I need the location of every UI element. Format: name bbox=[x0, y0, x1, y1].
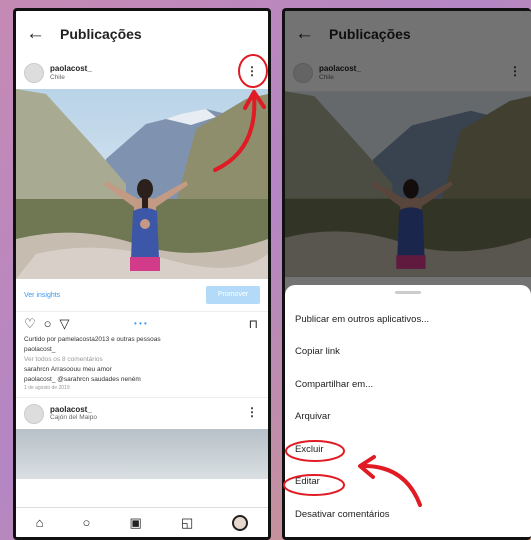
profile-avatar-icon[interactable] bbox=[232, 514, 249, 531]
more-options-icon[interactable]: ⋮ bbox=[246, 64, 258, 78]
menu-item-publish-other-apps[interactable]: Publicar em outros aplicativos... bbox=[285, 303, 531, 336]
carousel-dots: • • • bbox=[134, 319, 147, 328]
avatar[interactable] bbox=[24, 403, 44, 424]
post-header-2: paolacost_ Cajón del Maipo ⋮ bbox=[16, 397, 268, 429]
caption-user[interactable]: paolacost_ bbox=[24, 345, 260, 355]
left-phone-screen: ← Publicações paolacost_ Chile ⋮ Ver ins… bbox=[13, 8, 271, 540]
shop-icon[interactable]: ◱ bbox=[181, 515, 193, 531]
options-bottom-sheet: Publicar em outros aplicativos... Copiar… bbox=[285, 285, 531, 537]
comment: paolacost_ @sarahrcn saudades neném bbox=[24, 376, 141, 384]
post-location[interactable]: Chile bbox=[50, 74, 92, 81]
home-icon[interactable]: ⌂ bbox=[36, 515, 44, 530]
view-insights-link[interactable]: Ver insights bbox=[24, 292, 60, 299]
comment: sarahrcn Arrasoouu meu amor bbox=[24, 366, 112, 374]
bottom-nav: ⌂ ○ ▣ ◱ bbox=[16, 507, 268, 537]
menu-item-share[interactable]: Compartilhar em... bbox=[285, 368, 531, 401]
post-meta: Curtido por pamelacosta2013 e outras pes… bbox=[16, 335, 268, 393]
menu-item-copy-link[interactable]: Copiar link bbox=[285, 336, 531, 369]
share-icon[interactable]: ▽ bbox=[60, 316, 70, 332]
post-photo[interactable] bbox=[16, 89, 268, 279]
avatar[interactable] bbox=[24, 63, 44, 83]
post-date: 1 de agosto de 2019 bbox=[24, 385, 70, 392]
view-comments-link[interactable]: Ver todos os 8 comentários bbox=[24, 355, 260, 365]
heart-icon[interactable]: ♡ bbox=[24, 316, 36, 332]
right-phone-screen: ← Publicações paolacost_ Chile ⋮ Publica… bbox=[282, 8, 531, 540]
menu-item-archive[interactable]: Arquivar bbox=[285, 401, 531, 434]
menu-item-edit[interactable]: Editar bbox=[285, 466, 531, 499]
search-icon[interactable]: ○ bbox=[83, 515, 91, 530]
bookmark-icon[interactable]: ⊓ bbox=[249, 317, 258, 331]
post-photo-2[interactable] bbox=[16, 429, 268, 480]
post-username[interactable]: paolacost_ bbox=[50, 405, 97, 415]
page-title: Publicações bbox=[60, 26, 142, 42]
insights-bar: Ver insights Promover bbox=[16, 279, 268, 311]
mountain-photo bbox=[16, 89, 268, 279]
sheet-handle[interactable] bbox=[395, 291, 421, 294]
post-actions: ♡ ○ ▽ • • • ⊓ bbox=[16, 311, 268, 335]
post-username[interactable]: paolacost_ bbox=[50, 64, 92, 74]
post-header: paolacost_ Chile ⋮ bbox=[16, 57, 268, 89]
post-location[interactable]: Cajón del Maipo bbox=[50, 414, 97, 421]
top-bar: ← Publicações bbox=[16, 11, 268, 57]
menu-item-disable-comments[interactable]: Desativar comentários bbox=[285, 498, 531, 531]
comment-icon[interactable]: ○ bbox=[44, 316, 52, 331]
promote-button[interactable]: Promover bbox=[206, 286, 260, 304]
back-arrow-icon[interactable]: ← bbox=[26, 23, 54, 45]
reels-icon[interactable]: ▣ bbox=[130, 515, 142, 531]
liked-by[interactable]: Curtido por pamelacosta2013 e outras pes… bbox=[24, 335, 260, 345]
menu-item-delete[interactable]: Excluir bbox=[285, 433, 531, 466]
more-options-icon[interactable]: ⋮ bbox=[246, 405, 258, 419]
